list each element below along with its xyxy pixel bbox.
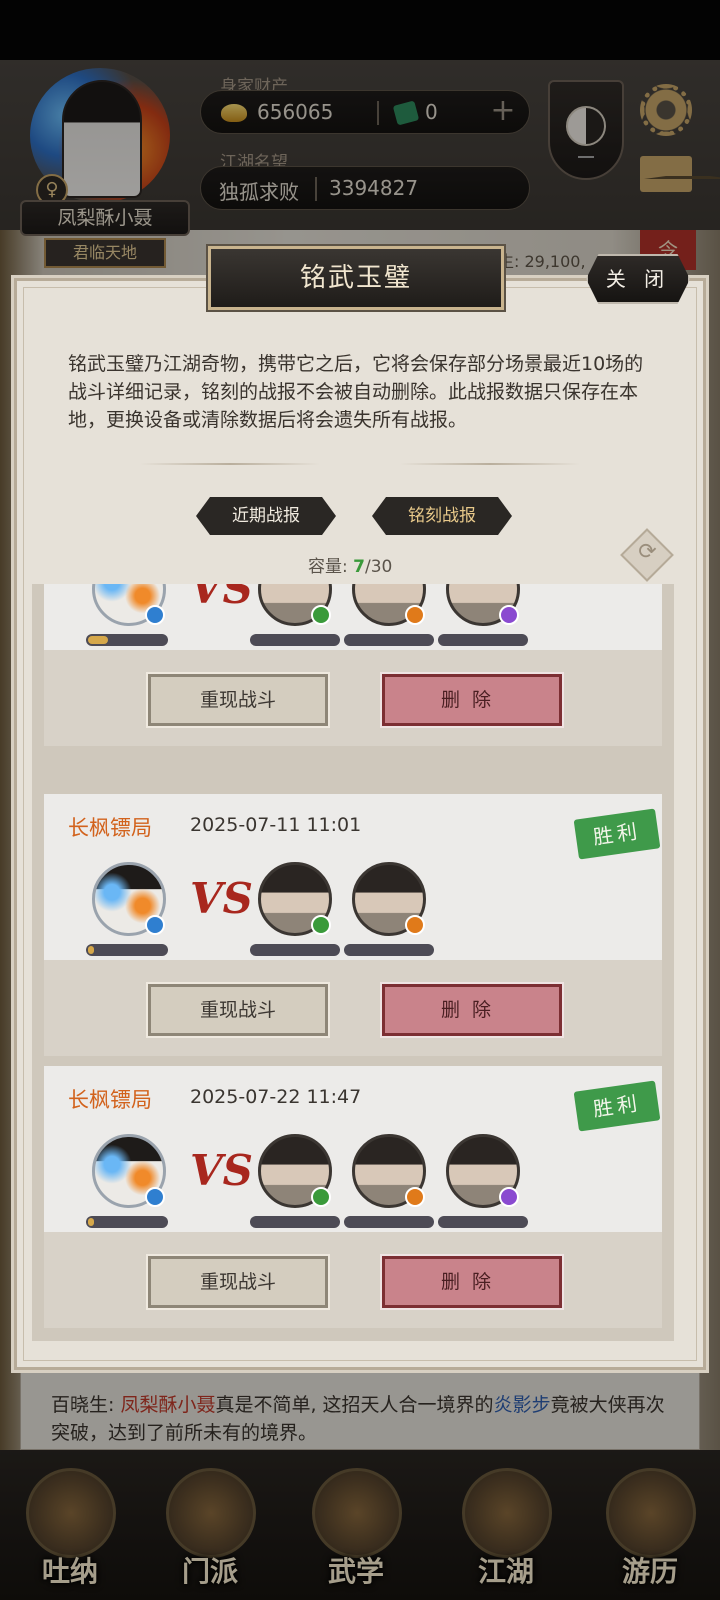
ornament-divider-right	[400, 463, 580, 465]
role-icon	[311, 1187, 331, 1207]
self-portrait	[92, 584, 166, 626]
role-icon	[145, 915, 165, 935]
victory-stamp: 胜利	[573, 808, 661, 860]
self-hp-fill	[88, 636, 108, 644]
tab-engraved-reports[interactable]: 铭刻战报	[372, 497, 512, 535]
opponent-portrait	[258, 584, 332, 626]
delete-button[interactable]: 删除	[380, 982, 564, 1038]
record-header: 长枫镖局 2025-07-11 11:01 胜利 VS	[44, 794, 662, 960]
role-icon	[145, 605, 165, 625]
opponent-hp-bar	[438, 1216, 528, 1228]
replay-button[interactable]: 重现战斗	[146, 672, 330, 728]
vs-mark: VS	[190, 874, 253, 923]
role-icon	[499, 1187, 519, 1207]
capacity-total: /30	[364, 557, 393, 577]
vs-mark: VS	[190, 1146, 253, 1195]
vs-mark: VS	[190, 584, 253, 613]
close-button[interactable]: 关 闭	[586, 254, 690, 304]
modal-title: 铭武玉璧	[206, 244, 506, 312]
capacity-used: 7	[353, 557, 365, 577]
opponent-portrait	[352, 584, 426, 626]
opponent-hp-bar	[344, 944, 434, 956]
opponent-hp-bar	[344, 1216, 434, 1228]
opponent-portrait	[352, 1134, 426, 1208]
ornament-divider-left	[140, 463, 320, 465]
capacity-indicator: 容量: 7/30	[308, 552, 392, 577]
role-icon	[311, 915, 331, 935]
role-icon	[405, 605, 425, 625]
record-header: VS	[44, 584, 662, 650]
self-hp-fill	[88, 946, 94, 954]
opponent-hp-bar	[344, 634, 434, 646]
role-icon	[405, 915, 425, 935]
record-location: 长枫镖局	[68, 1088, 152, 1112]
record-header: 长枫镖局 2025-07-22 11:47 胜利 VS	[44, 1066, 662, 1232]
role-icon	[145, 1187, 165, 1207]
opponent-hp-bar	[250, 1216, 340, 1228]
role-icon	[499, 605, 519, 625]
opponent-portrait	[446, 584, 520, 626]
role-icon	[405, 1187, 425, 1207]
self-hp-fill	[88, 1218, 94, 1226]
record-datetime: 2025-07-11 11:01	[190, 814, 362, 836]
delete-button[interactable]: 删除	[380, 672, 564, 728]
victory-stamp: 胜利	[573, 1080, 661, 1132]
self-portrait	[92, 862, 166, 936]
modal-description: 铭武玉璧乃江湖奇物，携带它之后，它将会保存部分场景最近10场的战斗详细记录，铭刻…	[68, 353, 644, 431]
opponent-portrait	[258, 862, 332, 936]
record-list[interactable]: VS 重现战斗 删除 长枫镖局 2025-07-11 11:01 胜利 VS 重现战斗 删除 长枫…	[32, 584, 674, 1341]
capacity-label: 容量:	[308, 557, 354, 577]
self-hp-bar	[86, 944, 168, 956]
role-icon	[311, 605, 331, 625]
battle-record-card: 长枫镖局 2025-07-22 11:47 胜利 VS 重现战斗 删除	[44, 1066, 662, 1328]
replay-button[interactable]: 重现战斗	[146, 982, 330, 1038]
self-hp-bar	[86, 634, 168, 646]
self-portrait	[92, 1134, 166, 1208]
tab-recent-reports[interactable]: 近期战报	[196, 497, 336, 535]
opponent-hp-bar	[250, 634, 340, 646]
record-datetime: 2025-07-22 11:47	[190, 1086, 362, 1108]
opponent-portrait	[446, 1134, 520, 1208]
opponent-portrait	[352, 862, 426, 936]
record-location: 长枫镖局	[68, 816, 152, 840]
self-hp-bar	[86, 1216, 168, 1228]
battle-record-card: 长枫镖局 2025-07-11 11:01 胜利 VS 重现战斗 删除	[44, 794, 662, 1056]
opponent-hp-bar	[438, 634, 528, 646]
opponent-hp-bar	[250, 944, 340, 956]
battle-record-card: VS 重现战斗 删除	[44, 584, 662, 746]
delete-button[interactable]: 删除	[380, 1254, 564, 1310]
replay-button[interactable]: 重现战斗	[146, 1254, 330, 1310]
opponent-portrait	[258, 1134, 332, 1208]
